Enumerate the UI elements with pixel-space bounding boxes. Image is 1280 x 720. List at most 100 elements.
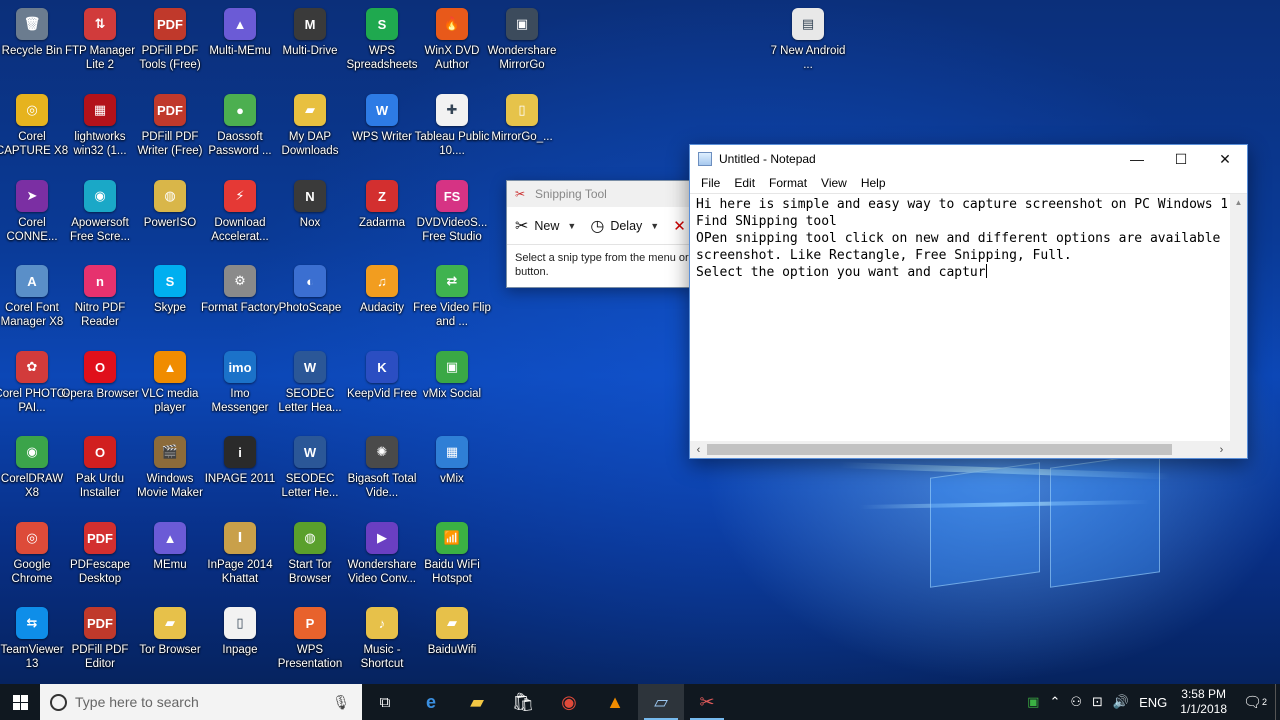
desktop-icon[interactable]: ◎ Google Chrome <box>0 518 67 602</box>
snipping-tool-window[interactable]: ✂ Snipping Tool ✂ New ▼ ◷ Delay ▼ ✕ Sele… <box>506 180 692 288</box>
desktop-icon[interactable]: P WPS Presentation <box>275 603 345 687</box>
microphone-icon[interactable]: 🎙 <box>332 694 350 711</box>
desktop-icon[interactable]: K KeepVid Free <box>347 347 417 431</box>
notepad-taskbar-icon[interactable]: ▱ <box>638 684 684 720</box>
language-indicator[interactable]: ENG <box>1134 695 1172 710</box>
desktop-icon[interactable]: W WPS Writer <box>347 90 417 174</box>
desktop-icon[interactable]: ♫ Audacity <box>347 261 417 345</box>
desktop-icon[interactable]: ▦ lightworks win32 (1... <box>65 90 135 174</box>
show-desktop-button[interactable] <box>1275 684 1280 720</box>
desktop-icon[interactable]: O Pak Urdu Installer <box>65 432 135 516</box>
desktop-icon[interactable]: ✚ Tableau Public 10.... <box>415 90 489 174</box>
desktop-icon[interactable]: ⚡ Download Accelerat... <box>205 176 275 260</box>
menu-format[interactable]: Format <box>762 176 814 190</box>
desktop-icon[interactable]: ▲ MEmu <box>135 518 205 602</box>
notepad-titlebar[interactable]: Untitled - Notepad — ☐ ✕ <box>690 145 1247 173</box>
desktop-icon[interactable]: PDF PDFill PDF Editor <box>65 603 135 687</box>
cancel-icon[interactable]: ✕ <box>673 217 686 235</box>
desktop-icon[interactable]: ⚙ Format Factory <box>201 261 279 345</box>
taskbar-clock[interactable]: 3:58 PM 1/1/2018 <box>1172 687 1235 717</box>
desktop-icon[interactable]: n Nitro PDF Reader <box>65 261 135 345</box>
desktop-icon[interactable]: ▲ VLC media player <box>135 347 205 431</box>
desktop-icon[interactable]: Z Zadarma <box>347 176 417 260</box>
desktop-icon[interactable]: ا InPage 2014 Khattat <box>205 518 275 602</box>
desktop-icon[interactable]: ✺ Bigasoft Total Vide... <box>347 432 417 516</box>
vertical-scrollbar[interactable]: ▲ <box>1230 194 1247 441</box>
desktop-icon[interactable]: FS DVDVideoS... Free Studio <box>417 176 487 260</box>
menu-edit[interactable]: Edit <box>727 176 762 190</box>
snipping-tool-taskbar-icon[interactable]: ✂ <box>684 684 730 720</box>
minimize-icon[interactable]: — <box>1115 145 1159 173</box>
desktop-icon[interactable]: 📶 Baidu WiFi Hotspot <box>417 518 487 602</box>
baidu-wifi-tray-icon[interactable]: ▣ <box>1022 694 1044 710</box>
desktop-icon[interactable]: S Skype <box>135 261 205 345</box>
desktop-icon[interactable]: ▲ Multi-MEmu <box>205 4 275 88</box>
desktop-icon[interactable]: ▰ Tor Browser <box>135 603 205 687</box>
scroll-left-icon[interactable]: ‹ <box>690 441 707 458</box>
desktop-icon[interactable]: 🔥 WinX DVD Author <box>417 4 487 88</box>
scroll-right-icon[interactable]: › <box>1213 441 1230 458</box>
desktop-icon[interactable]: ▦ vMix <box>417 432 487 516</box>
desktop-icon[interactable]: ◉ CorelDRAW X8 <box>0 432 67 516</box>
desktop-icon[interactable]: ◍ Start Tor Browser <box>275 518 345 602</box>
desktop-icon[interactable]: PDF PDFill PDF Writer (Free) <box>135 90 205 174</box>
file-explorer-icon[interactable]: ▰ <box>454 684 500 720</box>
menu-view[interactable]: View <box>814 176 854 190</box>
menu-help[interactable]: Help <box>854 176 893 190</box>
desktop-icon[interactable]: 🎬 Windows Movie Maker <box>135 432 205 516</box>
network-icon[interactable]: ⊡ <box>1087 694 1108 710</box>
new-snip-button[interactable]: ✂ New ▼ <box>515 216 576 236</box>
notepad-edit-area[interactable]: Hi here is simple and easy way to captur… <box>690 193 1247 458</box>
desktop-icon[interactable]: ▤ 7 New Android ... <box>771 4 845 88</box>
notepad-text[interactable]: Hi here is simple and easy way to captur… <box>696 196 1227 436</box>
chrome-taskbar-icon[interactable]: ◉ <box>546 684 592 720</box>
desktop-icon[interactable]: ▣ vMix Social <box>417 347 487 431</box>
desktop-icon[interactable]: ▰ My DAP Downloads <box>275 90 345 174</box>
close-icon[interactable]: ✕ <box>1203 145 1247 173</box>
desktop-icon[interactable]: ➤ Corel CONNE... <box>0 176 67 260</box>
desktop-icon[interactable]: ◍ PowerISO <box>135 176 205 260</box>
desktop-icon[interactable]: ✿ Corel PHOTO-PAI... <box>0 347 70 431</box>
desktop-icon[interactable]: ▶ Wondershare Video Conv... <box>347 518 417 602</box>
desktop-icon[interactable]: O Opera Browser <box>61 347 139 431</box>
store-icon[interactable]: 🛍 <box>500 684 546 720</box>
maximize-icon[interactable]: ☐ <box>1159 145 1203 173</box>
desktop-icon[interactable]: ⇅ FTP Manager Lite 2 <box>65 4 135 88</box>
desktop-icon[interactable]: i INPAGE 2011 <box>205 432 275 516</box>
chevron-down-icon[interactable]: ▼ <box>567 221 576 231</box>
desktop-icon[interactable]: M Multi-Drive <box>275 4 345 88</box>
delay-button[interactable]: ◷ Delay ▼ <box>590 216 659 236</box>
people-icon[interactable]: ⚇ <box>1065 694 1087 710</box>
volume-icon[interactable]: 🔊 <box>1108 694 1134 710</box>
snipping-tool-titlebar[interactable]: ✂ Snipping Tool <box>507 181 691 207</box>
desktop-icon[interactable]: ◎ Corel CAPTURE X8 <box>0 90 68 174</box>
menu-file[interactable]: File <box>694 176 727 190</box>
desktop-icon[interactable]: PDF PDFescape Desktop <box>65 518 135 602</box>
desktop-icon[interactable]: N Nox <box>275 176 345 260</box>
task-view-icon[interactable]: ⧉ <box>362 684 408 720</box>
scroll-up-icon[interactable]: ▲ <box>1230 194 1247 211</box>
desktop-icon[interactable]: A Corel Font Manager X8 <box>0 261 67 345</box>
desktop-icon[interactable]: W SEODEC Letter He... <box>275 432 345 516</box>
desktop-icon[interactable]: S WPS Spreadsheets <box>347 4 417 88</box>
desktop-icon[interactable]: W SEODEC Letter Hea... <box>275 347 345 431</box>
desktop-icon[interactable]: ◐ PhotoScape <box>275 261 345 345</box>
desktop-icon[interactable]: ● Daossoft Password ... <box>205 90 275 174</box>
taskbar-search-box[interactable]: Type here to search 🎙 <box>40 684 362 720</box>
chevron-down-icon[interactable]: ▼ <box>650 221 659 231</box>
desktop-icon[interactable]: ⇆ TeamViewer 13 <box>0 603 67 687</box>
action-center-icon[interactable]: 🗨 2 <box>1235 693 1275 711</box>
desktop-icon[interactable]: PDF PDFill PDF Tools (Free) <box>135 4 205 88</box>
desktop-icon[interactable]: ♪ Music - Shortcut <box>347 603 417 687</box>
start-button[interactable] <box>0 684 40 720</box>
desktop-icon[interactable]: imo Imo Messenger <box>205 347 275 431</box>
desktop-icon[interactable]: ⇄ Free Video Flip and ... <box>413 261 491 345</box>
desktop-icon[interactable]: ▯ MirrorGo_... <box>487 90 557 174</box>
edge-browser-icon[interactable]: e <box>408 684 454 720</box>
desktop-icon[interactable]: ◉ Apowersoft Free Scre... <box>65 176 135 260</box>
desktop-icon[interactable]: ▣ Wondershare MirrorGo <box>487 4 557 88</box>
horizontal-scroll-thumb[interactable] <box>707 444 1172 455</box>
size-grip[interactable] <box>1230 441 1247 458</box>
desktop-icon[interactable]: ▯ Inpage <box>205 603 275 687</box>
chevron-up-icon[interactable]: ⌃ <box>1044 694 1065 710</box>
